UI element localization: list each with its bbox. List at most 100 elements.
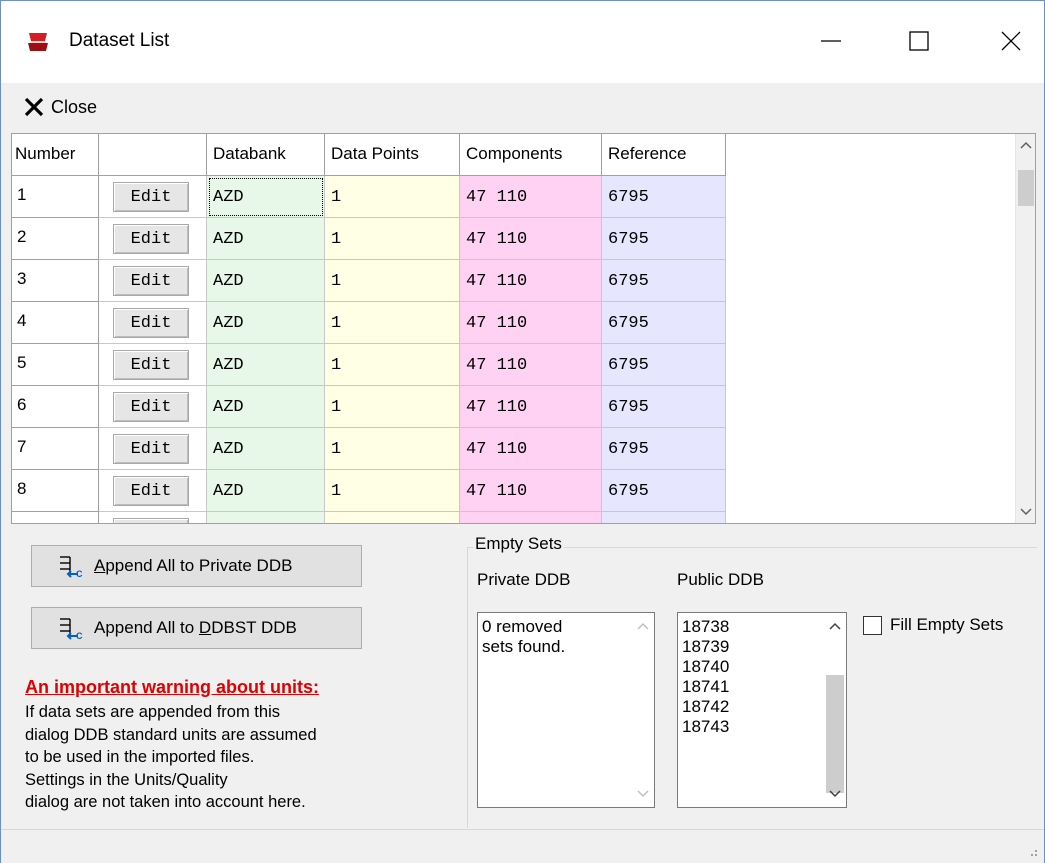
edit-button[interactable]: Edit: [113, 476, 189, 506]
window-title: Dataset List: [69, 30, 170, 51]
row-number[interactable]: 8: [12, 470, 99, 512]
scroll-down-icon[interactable]: [828, 789, 842, 799]
components-cell[interactable]: 47 110: [460, 470, 602, 512]
scroll-up-icon[interactable]: [828, 621, 842, 631]
data-points-cell[interactable]: 1: [325, 470, 460, 512]
list-item[interactable]: 18743: [682, 717, 846, 737]
edit-button[interactable]: Edit: [113, 350, 189, 380]
databank-cell[interactable]: AZD: [207, 302, 325, 344]
edit-button[interactable]: Edit: [113, 308, 189, 338]
reference-cell[interactable]: 6795: [602, 344, 726, 386]
reference-cell[interactable]: 6795: [602, 428, 726, 470]
header-data-points[interactable]: Data Points: [325, 134, 460, 176]
scroll-up-icon[interactable]: [1019, 140, 1033, 150]
edit-button[interactable]: Edit: [113, 266, 189, 296]
header-number[interactable]: Number: [12, 134, 99, 176]
components-cell[interactable]: 47 110: [460, 344, 602, 386]
list-item: sets found.: [482, 637, 566, 656]
list-item[interactable]: 18739: [682, 637, 846, 657]
dataset-grid[interactable]: Number 1 2 3 4 5 6 7 8 Edit Edit Edit Ed…: [11, 133, 1036, 524]
components-cell[interactable]: 47 110: [460, 218, 602, 260]
grid-vertical-scrollbar[interactable]: [1015, 134, 1035, 523]
maximize-button[interactable]: [889, 19, 949, 63]
units-warning-title: An important warning about units:: [25, 677, 319, 697]
toolbar-close-button[interactable]: Close: [23, 89, 97, 125]
data-points-cell[interactable]: 1: [325, 176, 460, 218]
header-components[interactable]: Components: [460, 134, 602, 176]
row-number[interactable]: 6: [12, 386, 99, 428]
edit-button[interactable]: Edit: [113, 434, 189, 464]
reference-cell[interactable]: 6795: [602, 218, 726, 260]
edit-cell: Edit: [99, 176, 207, 218]
components-cell[interactable]: 47 110: [460, 428, 602, 470]
window-close-button[interactable]: [981, 19, 1041, 63]
private-ddb-listbox[interactable]: 0 removed sets found.: [477, 612, 655, 808]
components-cell[interactable]: 47 110: [460, 260, 602, 302]
close-x-icon: [24, 97, 44, 117]
status-bar: [1, 829, 1044, 863]
edit-button[interactable]: Edit: [113, 182, 189, 212]
public-ddb-listbox[interactable]: 18738 18739 18740 18741 18742 18743: [677, 612, 847, 808]
reference-cell[interactable]: 6795: [602, 386, 726, 428]
public-listbox-scroll-thumb[interactable]: [826, 675, 844, 793]
resize-grip-icon[interactable]: [1024, 843, 1038, 857]
reference-cell[interactable]: 6795: [602, 470, 726, 512]
databank-cell[interactable]: AZD: [207, 428, 325, 470]
components-cell[interactable]: [460, 512, 602, 523]
row-number[interactable]: 4: [12, 302, 99, 344]
header-databank[interactable]: Databank: [207, 134, 325, 176]
components-cell[interactable]: 47 110: [460, 176, 602, 218]
fill-empty-sets-checkbox[interactable]: Fill Empty Sets: [863, 615, 1003, 635]
fill-empty-sets-label: Fill Empty Sets: [890, 615, 1004, 634]
edit-button[interactable]: Edit: [113, 392, 189, 422]
warning-line: dialog are not taken into account here.: [25, 793, 306, 812]
edit-button[interactable]: [113, 518, 189, 523]
checkbox-box[interactable]: [863, 615, 882, 635]
list-item[interactable]: 18740: [682, 657, 846, 677]
row-number[interactable]: 1: [12, 176, 99, 218]
databank-cell[interactable]: AZD: [207, 344, 325, 386]
row-number[interactable]: 7: [12, 428, 99, 470]
reference-cell[interactable]: 6795: [602, 302, 726, 344]
reference-cell[interactable]: 6795: [602, 176, 726, 218]
private-ddb-label: Private DDB: [477, 570, 571, 589]
databank-cell[interactable]: AZD: [207, 470, 325, 512]
title-bar: Dataset List: [1, 1, 1044, 83]
data-points-cell[interactable]: 1: [325, 428, 460, 470]
data-points-cell[interactable]: 1: [325, 260, 460, 302]
list-item[interactable]: 18738: [682, 617, 846, 637]
append-ddbst-ddb-button[interactable]: C Append All to DDBST DDB: [31, 607, 362, 649]
list-item[interactable]: 18742: [682, 697, 846, 717]
list-item: 0 removed: [482, 617, 563, 636]
databank-cell[interactable]: AZD: [207, 386, 325, 428]
data-points-cell[interactable]: 1: [325, 344, 460, 386]
header-reference[interactable]: Reference: [602, 134, 726, 176]
grid-scroll-thumb[interactable]: [1018, 170, 1034, 206]
public-listbox-scrollbar[interactable]: [824, 613, 846, 807]
data-points-cell[interactable]: 1: [325, 218, 460, 260]
row-number[interactable]: 2: [12, 218, 99, 260]
databank-cell[interactable]: AZD: [207, 260, 325, 302]
append-private-ddb-button[interactable]: C Append All to Private DDB: [31, 545, 362, 587]
scroll-down-icon[interactable]: [1019, 507, 1033, 517]
data-points-cell[interactable]: 1: [325, 302, 460, 344]
databank-cell[interactable]: AZD: [207, 176, 325, 218]
edit-cell: Edit: [99, 344, 207, 386]
components-cell[interactable]: 47 110: [460, 302, 602, 344]
scroll-up-icon: [637, 622, 649, 630]
svg-text:C: C: [76, 631, 83, 640]
minimize-button[interactable]: [801, 19, 861, 63]
data-points-cell[interactable]: 1: [325, 386, 460, 428]
reference-cell[interactable]: 6795: [602, 260, 726, 302]
row-number[interactable]: 5: [12, 344, 99, 386]
components-cell[interactable]: 47 110: [460, 386, 602, 428]
edit-button[interactable]: Edit: [113, 224, 189, 254]
minimize-icon: [821, 40, 841, 42]
data-points-cell[interactable]: [325, 512, 460, 523]
row-number[interactable]: 3: [12, 260, 99, 302]
list-item[interactable]: 18741: [682, 677, 846, 697]
column-databank: Databank AZD AZD AZD AZD AZD AZD AZD AZD: [207, 134, 325, 523]
databank-cell[interactable]: AZD: [207, 218, 325, 260]
reference-cell[interactable]: [602, 512, 726, 523]
databank-cell[interactable]: [207, 512, 325, 523]
